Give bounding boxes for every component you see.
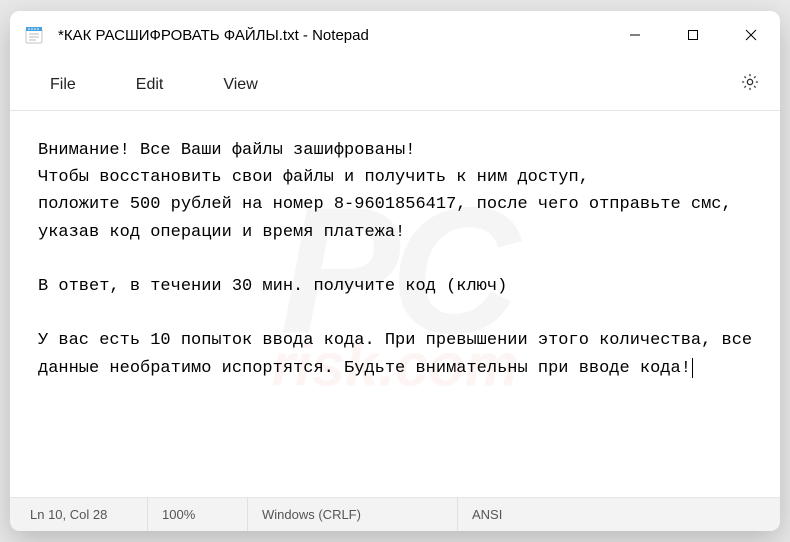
minimize-button[interactable] — [606, 11, 664, 59]
statusbar: Ln 10, Col 28 100% Windows (CRLF) ANSI — [10, 497, 780, 531]
gear-icon — [740, 72, 760, 97]
editor-content: Внимание! Все Ваши файлы зашифрованы! Чт… — [38, 141, 762, 378]
status-position: Ln 10, Col 28 — [16, 498, 148, 531]
window-title: *КАК РАСШИФРОВАТЬ ФАЙЛЫ.txt - Notepad — [58, 27, 606, 44]
notepad-window: PC risk.com *КАК РАСШИФРОВАТЬ ФАЙЛЫ.txt … — [10, 11, 780, 531]
maximize-button[interactable] — [664, 11, 722, 59]
status-zoom[interactable]: 100% — [148, 498, 248, 531]
menu-view[interactable]: View — [193, 68, 287, 102]
menu-edit[interactable]: Edit — [106, 68, 194, 102]
menubar: File Edit View — [10, 59, 780, 111]
settings-button[interactable] — [730, 65, 770, 105]
menu-file[interactable]: File — [20, 68, 106, 102]
text-caret — [692, 358, 693, 378]
status-encoding: ANSI — [458, 498, 774, 531]
titlebar: *КАК РАСШИФРОВАТЬ ФАЙЛЫ.txt - Notepad — [10, 11, 780, 59]
close-button[interactable] — [722, 11, 780, 59]
window-controls — [606, 11, 780, 59]
notepad-icon — [24, 25, 44, 45]
status-eol: Windows (CRLF) — [248, 498, 458, 531]
text-editor[interactable]: Внимание! Все Ваши файлы зашифрованы! Чт… — [10, 111, 780, 497]
